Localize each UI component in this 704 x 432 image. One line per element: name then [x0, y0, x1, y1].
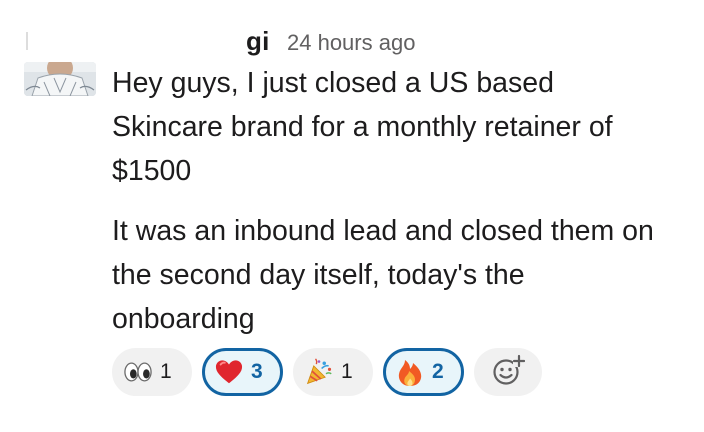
- eyes-icon: [124, 358, 152, 386]
- add-reaction-button[interactable]: [474, 348, 542, 396]
- message-header: gi 24 hours ago: [24, 26, 644, 56]
- add-reaction-icon: [491, 353, 526, 392]
- reactions-bar: 1 3 1 2: [112, 348, 542, 396]
- party-popper-icon: [305, 358, 333, 386]
- message: gi 24 hours ago Hey guys, I just closed …: [0, 0, 704, 432]
- red-heart-icon: [215, 358, 243, 386]
- reaction-fire[interactable]: 2: [383, 348, 464, 396]
- next-message-fragment: [24, 424, 104, 432]
- reaction-eyes[interactable]: 1: [112, 348, 192, 396]
- fire-icon: [396, 358, 424, 386]
- reaction-count: 3: [251, 360, 263, 383]
- avatar-photo: [24, 62, 96, 96]
- message-paragraph: Hey guys, I just closed a US based Skinc…: [112, 67, 613, 187]
- reaction-count: 1: [160, 360, 172, 383]
- reaction-party[interactable]: 1: [293, 348, 373, 396]
- timestamp[interactable]: 24 hours ago: [287, 28, 415, 58]
- avatar[interactable]: [24, 62, 96, 96]
- sender-name[interactable]: gi: [246, 26, 270, 56]
- reaction-count: 1: [341, 360, 353, 383]
- reaction-heart[interactable]: 3: [202, 348, 283, 396]
- reaction-count: 2: [432, 360, 444, 383]
- redacted-name: [26, 32, 28, 50]
- message-paragraph: It was an inbound lead and closed them o…: [112, 215, 654, 335]
